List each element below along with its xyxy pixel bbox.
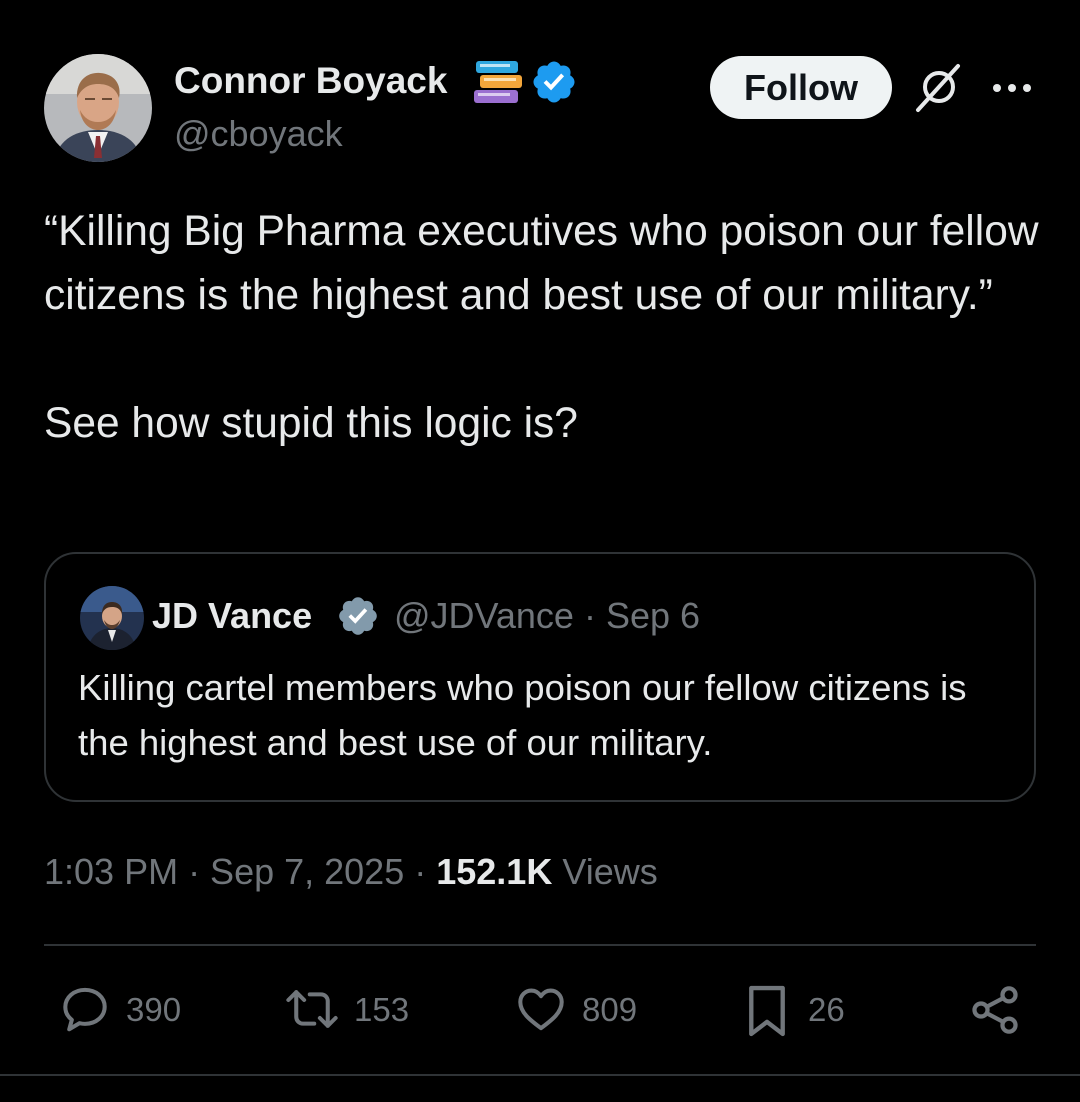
divider [44,944,1036,946]
tweet-timestamp[interactable]: 1:03 PM · Sep 7, 2025 · [44,851,436,892]
bookmark-button[interactable]: 26 [742,982,862,1038]
quote-author-name[interactable]: JD Vance [152,594,312,638]
quote-text: Killing cartel members who poison our fe… [78,667,967,763]
like-count: 809 [582,991,638,1028]
reply-button[interactable]: 390 [58,982,198,1038]
divider [0,1074,1080,1076]
reply-icon [63,987,107,1032]
author-name[interactable]: Connor Boyack [174,58,447,104]
avatar-photo-icon [44,54,152,162]
tweet-text: “Killing Big Pharma executives who poiso… [44,200,1044,456]
heart-icon [518,988,564,1031]
gray-verified-icon [336,594,380,638]
quote-author-avatar[interactable] [80,586,144,650]
share-button[interactable] [966,982,1026,1038]
author-avatar[interactable] [44,54,152,162]
repost-count: 153 [354,991,410,1028]
tweet-text-paragraph-2: See how stupid this logic is? [44,400,578,447]
follow-button[interactable]: Follow [710,56,892,119]
reply-count: 390 [126,991,182,1028]
like-button[interactable]: 809 [512,982,652,1038]
share-icon [972,986,1018,1034]
tweet-text-paragraph-1: “Killing Big Pharma executives who poiso… [44,208,1039,319]
grok-icon[interactable] [912,60,966,114]
quote-author-meta: @JDVance · Sep 6 [394,595,701,636]
tweet-meta: 1:03 PM · Sep 7, 2025 · 152.1K Views [44,848,658,896]
bookmark-count: 26 [808,991,845,1028]
repost-button[interactable]: 153 [282,982,422,1038]
quote-avatar-photo-icon [80,586,144,650]
views-label: Views [552,851,658,892]
blue-verified-icon[interactable] [530,58,578,106]
author-handle[interactable]: @cboyack [174,112,343,156]
books-emoji-icon [474,60,522,104]
views-count: 152.1K [436,851,553,892]
bookmark-icon [749,985,785,1037]
more-options-icon[interactable] [990,70,1034,106]
quoted-tweet-card[interactable]: JD Vance @JDVance · Sep 6 Killing cartel… [44,552,1036,802]
repost-icon [286,990,338,1028]
